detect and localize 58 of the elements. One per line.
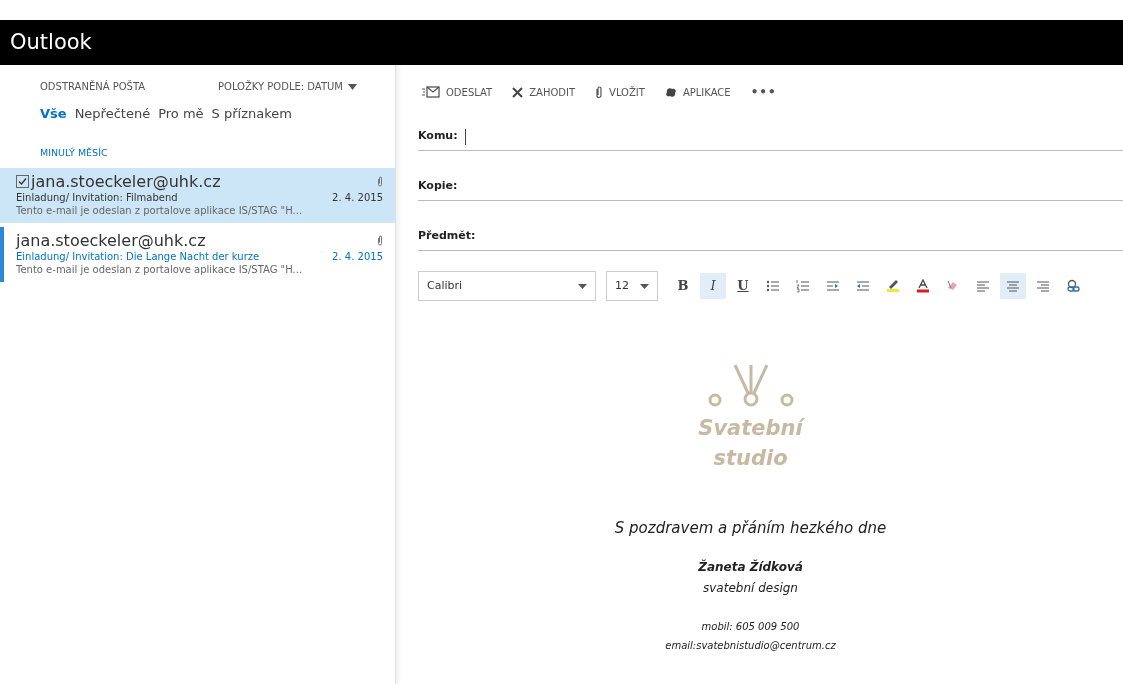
bold-button[interactable]: B: [670, 273, 696, 299]
attach-button[interactable]: VLOŽIT: [595, 84, 645, 100]
logo-text: studio: [713, 445, 788, 472]
sender-name: jana.stoeckeler@uhk.cz: [31, 172, 222, 191]
align-right-icon: [1036, 279, 1050, 293]
envelope-icon: [422, 86, 440, 98]
italic-button[interactable]: I: [700, 273, 726, 299]
message-preview: Tento e-mail je odeslan z portalove aplikace IS/STAG "H...: [16, 203, 303, 217]
align-center-button[interactable]: [1000, 273, 1026, 299]
caret-icon: [640, 283, 649, 289]
input-field[interactable]: Předmět:: [418, 223, 1123, 251]
group-header: MINULÝ MĚSÍC: [39, 145, 109, 160]
message-item[interactable]: jana.stoeckeler@uhk.cz Einladung/ Invitation: Die Lange Nacht der kurze 2. 4. 2015 Tento e-mail je odeslan z portalove aplikace IS/STAG "H...: [0, 226, 395, 282]
phone-text: mobil: 605 009 500: [701, 619, 800, 634]
more-button[interactable]: •••: [750, 83, 777, 101]
paperclip-icon: [595, 85, 604, 99]
filter-tab[interactable]: Vše: [40, 104, 67, 124]
list-icon: [766, 279, 780, 293]
message-subject: Einladung/ Invitation: Filmabend: [16, 191, 178, 204]
discard-button[interactable]: ZAHODIT: [512, 84, 576, 100]
folder-title: ODSTRANĚNÁ POŠTA: [40, 79, 146, 94]
input-field[interactable]: Komu:: [418, 123, 1123, 151]
eraser-icon: [946, 279, 960, 293]
message-date: 2. 4. 2015: [332, 190, 383, 204]
outdent-icon: [856, 279, 870, 293]
checkbox[interactable]: [16, 175, 29, 189]
link-icon: [1066, 279, 1080, 293]
indent-icon: [826, 279, 840, 293]
filter-tab[interactable]: Nepřečtené: [74, 104, 151, 124]
input-field[interactable]: Kopie:: [418, 173, 1123, 201]
numbered-list-icon: [796, 279, 810, 293]
caret-icon: [348, 83, 357, 90]
message-date: 2. 4. 2015: [332, 249, 383, 263]
align-left-icon: [976, 279, 990, 293]
font-size-dropdown[interactable]: 12: [606, 271, 658, 301]
highlighter-icon: [886, 279, 900, 293]
signature-role: svatební design: [703, 579, 798, 597]
app-title: Outlook: [10, 30, 92, 54]
filter-tab[interactable]: Pro mě: [158, 104, 204, 124]
message-item[interactable]: jana.stoeckeler@uhk.cz Einladung/ Invitation: Filmabend 2. 4. 2015 Tento e-mail je odeslan z portalove aplikace IS/STAG "H...: [0, 167, 395, 223]
email-text: email:svatebnistudio@centrum.cz: [665, 638, 836, 653]
signature-name: Žaneta Žídková: [698, 558, 803, 576]
caret-icon: [578, 283, 587, 289]
apps-button[interactable]: APLIKACE: [664, 84, 731, 100]
blob-icon: [664, 86, 677, 98]
align-center-icon: [1006, 279, 1020, 293]
message-subject: Einladung/ Invitation: Die Lange Nacht der kurze: [16, 250, 260, 263]
send-button[interactable]: ODESLAT: [422, 84, 493, 100]
font-dropdown[interactable]: Calibri: [418, 271, 596, 301]
underline-button[interactable]: U: [730, 273, 756, 299]
message-preview: Tento e-mail je odeslan z portalove aplikace IS/STAG "H...: [16, 262, 303, 276]
filter-tab[interactable]: S příznakem: [211, 104, 292, 124]
greeting-text: S pozdravem a přáním hezkého dne: [614, 518, 887, 539]
sort-dropdown[interactable]: POLOŽKY PODLE: DATUM: [218, 79, 357, 94]
logo-text: Svatební: [698, 415, 803, 442]
sender-name: jana.stoeckeler@uhk.cz: [16, 231, 207, 250]
close-icon: [512, 86, 524, 98]
font-color-icon: [916, 279, 930, 293]
